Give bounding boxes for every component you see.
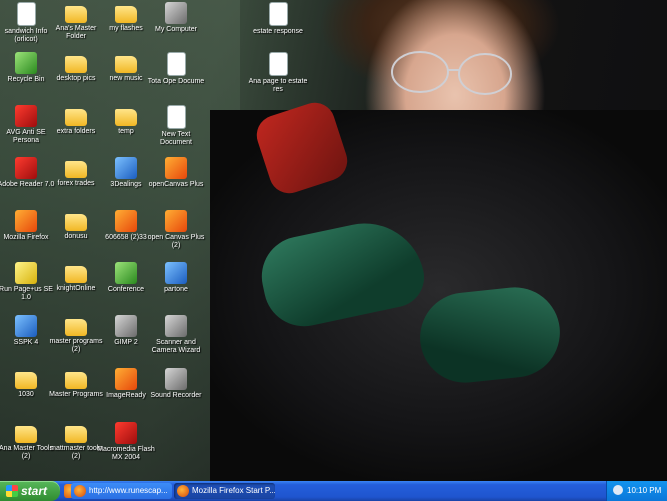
application-icon	[165, 315, 187, 337]
folder-icon	[115, 109, 137, 126]
application-icon	[15, 315, 37, 337]
application-icon	[115, 315, 137, 337]
document-icon	[166, 52, 186, 76]
desktop-icon[interactable]: Scanner and Camera Wizard	[146, 315, 206, 355]
desktop-icon-label: Tota Ope Docume	[147, 78, 205, 85]
clock[interactable]: 10:10 PM	[627, 486, 661, 495]
document-icon	[268, 52, 288, 76]
folder-icon	[65, 426, 87, 443]
desktop-icon[interactable]: openCanvas Plus	[146, 157, 206, 189]
windows-flag-icon	[6, 485, 18, 497]
desktop-icon[interactable]: estate response	[248, 2, 308, 36]
document-icon	[268, 2, 288, 26]
folder-icon	[65, 214, 87, 231]
desktop-icon[interactable]: open Canvas Plus (2)	[146, 210, 206, 250]
wallpaper-glasses	[391, 51, 512, 95]
desktop-icon-label: partone	[164, 286, 188, 293]
application-icon	[15, 210, 37, 232]
start-button[interactable]: start	[0, 481, 60, 501]
desktop-icon[interactable]: My Computer	[146, 2, 206, 34]
application-icon	[165, 210, 187, 232]
application-icon	[115, 368, 137, 390]
desktop-icon[interactable]: New Text Document	[146, 105, 206, 147]
desktop-icon-label: open Canvas Plus (2)	[147, 234, 205, 249]
system-tray: 10:10 PM	[606, 481, 667, 501]
application-icon	[15, 105, 37, 127]
application-icon	[165, 2, 187, 24]
desktop-icon-label: openCanvas Plus	[148, 181, 204, 188]
application-icon	[165, 262, 187, 284]
desktop-icon[interactable]: Ana page to estate res	[248, 52, 308, 94]
desktop-icon-label: Scanner and Camera Wizard	[151, 339, 201, 354]
application-icon	[165, 157, 187, 179]
folder-icon	[65, 109, 87, 126]
document-icon	[16, 2, 36, 26]
desktop-icon[interactable]: Tota Ope Docume	[146, 52, 206, 86]
folder-icon	[65, 161, 87, 178]
application-icon	[165, 368, 187, 390]
folder-icon	[115, 56, 137, 73]
desktop-icon[interactable]: partone	[146, 262, 206, 294]
desktop-icon-label: New Text Document	[160, 131, 192, 146]
application-icon	[15, 157, 37, 179]
taskbar-button-firefox-start[interactable]: Mozilla Firefox Start P...	[174, 483, 275, 499]
application-icon	[115, 422, 137, 444]
taskbar-button-runescape[interactable]: http://www.runescap...	[71, 483, 172, 499]
application-icon	[115, 262, 137, 284]
folder-icon	[65, 319, 87, 336]
firefox-icon	[177, 485, 189, 497]
desktop-icon[interactable]: Sound Recorder	[146, 368, 206, 400]
document-icon	[166, 105, 186, 129]
folder-icon	[15, 372, 37, 389]
folder-icon	[65, 372, 87, 389]
application-icon	[115, 210, 137, 232]
application-icon	[115, 157, 137, 179]
application-icon	[15, 262, 37, 284]
desktop-wallpaper: sandwich Info (orlicot) Ana's Master Fold…	[0, 0, 667, 481]
folder-icon	[65, 56, 87, 73]
folder-icon	[65, 266, 87, 283]
desktop-icon-label: Sound Recorder	[150, 392, 202, 399]
application-icon	[15, 52, 37, 74]
firefox-icon	[74, 485, 86, 497]
desktop-icon-label: estate response	[253, 28, 303, 35]
desktop-icon-label: My Computer	[154, 26, 197, 33]
desktop-icon-label: Macromedia Flash MX 2004	[97, 446, 155, 461]
desktop-icon-label: Ana page to estate res	[248, 78, 308, 93]
desktop-icon[interactable]: Macromedia Flash MX 2004	[96, 422, 156, 462]
folder-icon	[65, 6, 87, 23]
folder-icon	[15, 426, 37, 443]
tray-network-icon[interactable]	[613, 485, 623, 495]
folder-icon	[115, 6, 137, 23]
taskbar: start http://www.runescap... Mozilla Fir…	[0, 481, 667, 501]
